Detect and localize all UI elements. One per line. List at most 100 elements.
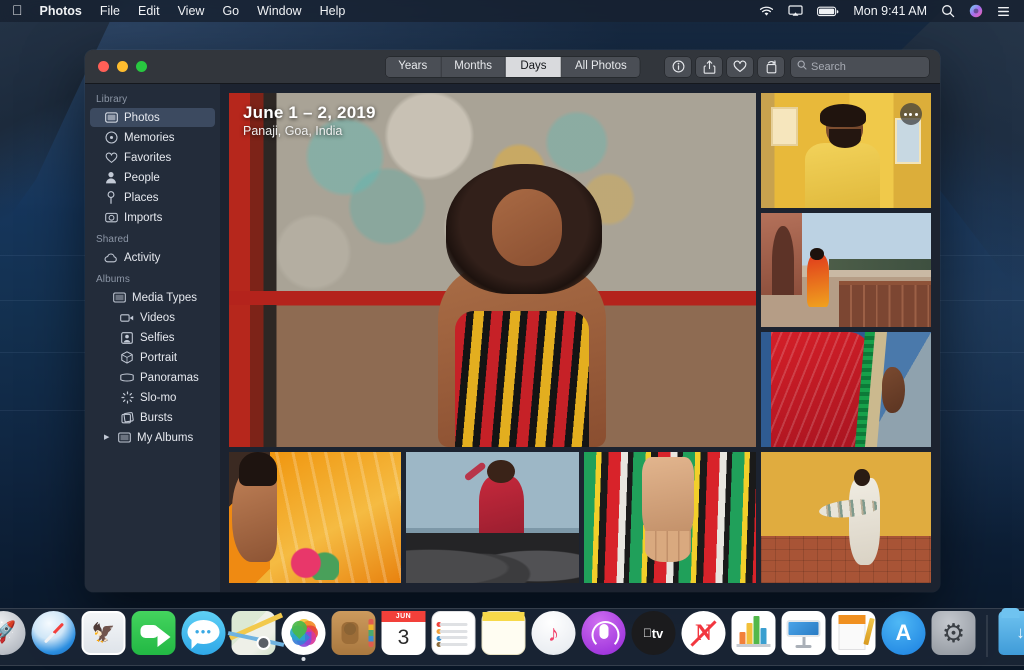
tab-years[interactable]: Years <box>385 56 442 77</box>
sidebar-item-places[interactable]: Places <box>90 188 215 207</box>
sidebar-item-panoramas[interactable]: Panoramas <box>90 368 215 387</box>
apple-menu-icon[interactable]:  <box>6 0 31 21</box>
dock-appstore[interactable] <box>881 611 926 665</box>
sidebar-item-my-albums[interactable]: ▶ My Albums <box>90 428 215 447</box>
zoom-button[interactable] <box>136 61 147 72</box>
sidebar-item-imports[interactable]: Imports <box>90 208 215 227</box>
dock: JUN 3  <box>0 608 1024 666</box>
toolbar-actions: Search <box>665 56 940 77</box>
tab-days[interactable]: Days <box>505 56 562 77</box>
sidebar-header-shared: Shared <box>96 234 129 245</box>
menu-bar:  Photos File Edit View Go Window Help M… <box>0 0 1024 22</box>
dock-appletv[interactable]:  <box>631 611 676 665</box>
dock-mail[interactable] <box>81 611 126 665</box>
photo-red-headscarf-blue-wall[interactable] <box>760 332 931 447</box>
dock-news[interactable] <box>681 611 726 665</box>
dock-separator <box>986 615 988 657</box>
tab-months[interactable]: Months <box>441 56 506 77</box>
menubar-clock[interactable]: Mon 9:41 AM <box>846 4 934 18</box>
photo-hand-striped-fabric[interactable] <box>583 451 756 583</box>
photo-man-yellow-kurta[interactable] <box>760 93 931 208</box>
favorite-button[interactable] <box>727 56 753 77</box>
sidebar-item-label: Places <box>124 191 159 204</box>
dock-pages[interactable] <box>831 611 876 665</box>
photo-hero-woman-red-wall[interactable]: June 1 – 2, 2019 Panaji, Goa, India <box>229 93 756 447</box>
dock-downloads[interactable] <box>998 608 1024 665</box>
sidebar-item-label: Bursts <box>140 411 173 424</box>
cloud-icon <box>104 251 118 264</box>
dock-podcasts[interactable] <box>581 611 626 665</box>
sidebar-item-label: Media Types <box>132 291 197 304</box>
menu-view[interactable]: View <box>169 0 214 22</box>
sidebar-item-people[interactable]: People <box>90 168 215 187</box>
sidebar-item-videos[interactable]: Videos <box>90 308 215 327</box>
traffic-lights <box>85 61 147 72</box>
dock-reminders[interactable] <box>431 611 476 665</box>
dock-maps[interactable] <box>227 611 285 665</box>
dock-notes[interactable] <box>481 611 526 665</box>
photos-window: Years Months Days All Photos Search Libr… <box>85 50 940 592</box>
sidebar-item-portrait[interactable]: Portrait <box>90 348 215 367</box>
sidebar-item-label: Videos <box>140 311 175 324</box>
menu-edit[interactable]: Edit <box>129 0 169 22</box>
sidebar-header-albums: Albums <box>96 274 130 285</box>
memories-icon <box>104 131 118 144</box>
dock-keynote[interactable] <box>781 611 826 665</box>
heart-icon <box>104 151 118 164</box>
dock-messages[interactable] <box>181 611 226 665</box>
tab-all-photos[interactable]: All Photos <box>561 56 640 77</box>
battery-icon[interactable] <box>810 0 846 22</box>
wifi-icon[interactable] <box>752 0 781 22</box>
sidebar-item-label: Slo-mo <box>140 391 177 404</box>
photo-woman-twirling-sari[interactable] <box>760 451 931 583</box>
control-center-icon[interactable] <box>990 0 1017 22</box>
person-icon <box>104 171 118 184</box>
dock-safari[interactable] <box>31 611 76 665</box>
search-placeholder: Search <box>811 60 846 73</box>
photo-woman-red-sari-monument[interactable] <box>760 212 931 328</box>
window-toolbar: Years Months Days All Photos Search <box>85 50 940 84</box>
dock-contacts[interactable] <box>331 611 376 665</box>
sidebar-item-favorites[interactable]: Favorites <box>90 148 215 167</box>
dock-facetime[interactable] <box>131 611 176 665</box>
info-button[interactable] <box>665 56 691 77</box>
dock-system-preferences[interactable] <box>931 611 976 665</box>
close-button[interactable] <box>98 61 109 72</box>
sidebar-item-slo-mo[interactable]: Slo-mo <box>90 388 215 407</box>
dock-calendar[interactable]: JUN 3 <box>381 611 426 665</box>
sidebar-item-label: Memories <box>124 131 175 144</box>
menu-go[interactable]: Go <box>213 0 248 22</box>
dock-music[interactable] <box>531 611 576 665</box>
search-field[interactable]: Search <box>791 56 929 77</box>
portrait-icon <box>120 351 134 364</box>
sidebar-item-activity[interactable]: Activity <box>90 248 215 267</box>
dock-launchpad[interactable] <box>0 611 26 665</box>
photo-woman-orange-sari[interactable] <box>229 451 402 583</box>
panorama-icon <box>120 371 134 384</box>
photo-child-red-dress-rocks[interactable] <box>406 451 579 583</box>
minimize-button[interactable] <box>117 61 128 72</box>
menu-bar-items:  Photos File Edit View Go Window Help <box>0 0 354 22</box>
chevron-right-icon[interactable]: ▶ <box>104 434 111 441</box>
sidebar-item-bursts[interactable]: Bursts <box>90 408 215 427</box>
airplay-icon[interactable] <box>781 0 810 22</box>
menu-photos[interactable]: Photos <box>31 0 91 22</box>
siri-icon[interactable] <box>962 0 990 22</box>
video-icon <box>120 311 134 324</box>
more-options-button[interactable] <box>899 103 922 125</box>
sidebar-item-label: Imports <box>124 211 163 224</box>
sidebar-item-memories[interactable]: Memories <box>90 128 215 147</box>
menu-help[interactable]: Help <box>311 0 355 22</box>
dock-photos[interactable] <box>281 611 326 665</box>
menu-file[interactable]: File <box>91 0 129 22</box>
sidebar-item-selfies[interactable]: Selfies <box>90 328 215 347</box>
share-button[interactable] <box>696 56 722 77</box>
bursts-icon <box>120 411 134 424</box>
sidebar-item-media-types[interactable]: Media Types <box>90 288 215 307</box>
dock-numbers[interactable] <box>731 611 776 665</box>
rotate-button[interactable] <box>758 56 784 77</box>
menu-bar-status: Mon 9:41 AM <box>752 0 1024 22</box>
menu-window[interactable]: Window <box>248 0 310 22</box>
sidebar-item-photos[interactable]: Photos <box>90 108 215 127</box>
spotlight-search-icon[interactable] <box>934 0 962 22</box>
